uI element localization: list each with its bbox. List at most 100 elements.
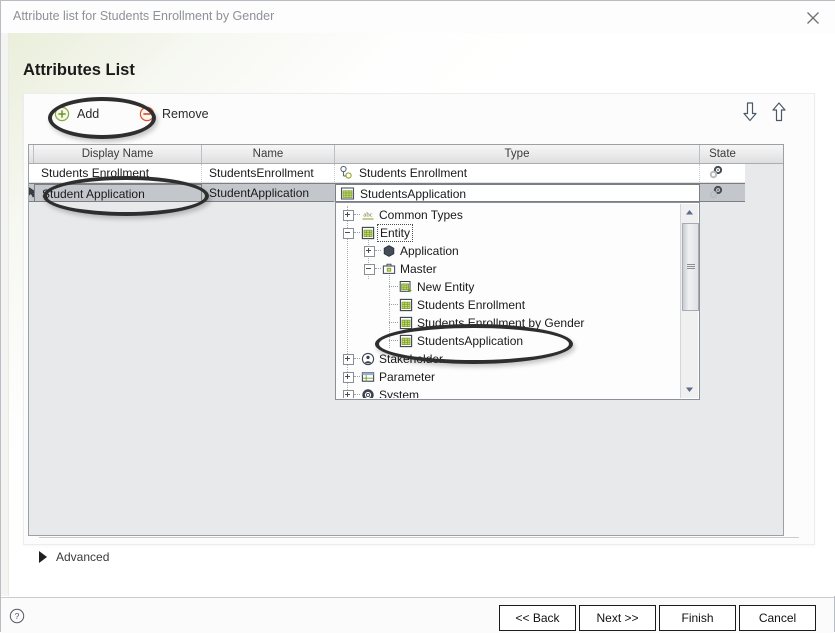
parameter-icon <box>361 370 375 384</box>
remove-button[interactable]: Remove <box>139 102 209 126</box>
scroll-down-icon[interactable] <box>681 381 698 398</box>
scrollbar-grip <box>687 264 695 269</box>
cancel-button[interactable]: Cancel <box>739 605 816 631</box>
cell-type[interactable]: Students Enrollment <box>335 164 700 182</box>
finish-button[interactable]: Finish <box>659 605 736 631</box>
next-button[interactable]: Next >> <box>579 605 656 631</box>
expander-plus-icon[interactable] <box>343 354 354 365</box>
tree-item-label: Students Enrollment <box>417 298 526 312</box>
remove-button-label: Remove <box>162 107 209 121</box>
back-button[interactable]: << Back <box>499 605 576 631</box>
stakeholder-icon <box>361 352 375 366</box>
entity-icon <box>361 226 375 240</box>
grid-header-display-name[interactable]: Display Name <box>34 145 202 163</box>
tree-connector <box>389 304 398 306</box>
attributes-panel: Add Remove Display Name Name Type State … <box>23 93 815 545</box>
add-button-label: Add <box>77 107 100 121</box>
cell-name[interactable]: StudentApplication <box>202 184 335 202</box>
move-down-button[interactable] <box>740 101 762 125</box>
tree-item-label: New Entity <box>417 280 475 294</box>
abc-icon: abc <box>361 208 375 222</box>
tree-item-label: StudentsApplication <box>417 334 524 348</box>
new-entity-icon <box>399 280 413 294</box>
arrow-down-icon <box>743 102 757 122</box>
page-title: Attributes List <box>23 61 135 79</box>
expander-minus-icon[interactable] <box>343 228 354 239</box>
cell-display-name[interactable]: Students Enrollment <box>34 164 202 182</box>
tree-scrollbar[interactable] <box>680 204 699 398</box>
tree-item-label: Students Enrollment by Gender <box>417 316 585 330</box>
svg-text:?: ? <box>15 611 20 621</box>
tree-connector <box>354 232 360 234</box>
attributes-grid: Display Name Name Type State Students En… <box>28 144 784 536</box>
expander-plus-icon[interactable] <box>343 210 354 221</box>
tree-item-label: System <box>379 388 420 398</box>
tree-connector <box>375 250 381 252</box>
expander-plus-icon[interactable] <box>343 390 354 398</box>
tree-connector <box>354 394 360 396</box>
tree-connector <box>389 286 398 288</box>
cell-display-name[interactable]: Student Application <box>34 184 202 202</box>
cell-state[interactable] <box>700 184 745 202</box>
cell-name[interactable]: StudentsEnrollment <box>202 164 335 182</box>
plus-circle-icon <box>54 106 70 122</box>
cell-type-label: StudentsApplication <box>360 187 467 201</box>
gear-icon <box>708 185 725 200</box>
table-row[interactable]: Students Enrollment StudentsEnrollment S… <box>29 164 745 183</box>
tree-viewport: abc Common Types Entity Application Mast… <box>337 204 682 398</box>
application-icon <box>382 244 396 258</box>
close-icon[interactable] <box>790 1 835 32</box>
entity-icon <box>399 316 413 330</box>
table-row[interactable]: Student Application StudentApplication S… <box>29 183 745 202</box>
tree-guide-line <box>389 268 391 348</box>
tree-item-label: Stakeholder <box>379 352 444 366</box>
advanced-label: Advanced <box>56 550 110 564</box>
cell-type[interactable]: StudentsApplication <box>335 184 700 202</box>
minus-circle-icon <box>139 106 155 122</box>
system-gear-icon <box>361 388 375 398</box>
arrow-up-icon <box>772 102 786 122</box>
tree-item-label: Common Types <box>379 208 463 222</box>
advanced-separator <box>39 537 799 538</box>
entity-icon <box>340 186 355 201</box>
add-button[interactable]: Add <box>54 102 99 126</box>
scrollbar-thumb[interactable] <box>682 223 699 311</box>
attribute-list-dialog: Attribute list for Students Enrollment b… <box>0 0 835 633</box>
dialog-footer: ? << Back Next >> Finish Cancel <box>1 597 834 633</box>
cell-state[interactable] <box>700 164 745 182</box>
tree-connector <box>389 340 398 342</box>
relationship-icon <box>339 165 354 180</box>
move-up-button[interactable] <box>769 101 791 125</box>
type-dropdown-tree[interactable]: abc Common Types Entity Application Mast… <box>335 202 700 400</box>
tree-connector <box>354 358 360 360</box>
grid-header-row: Display Name Name Type State <box>29 145 783 164</box>
dialog-titlebar: Attribute list for Students Enrollment b… <box>1 1 835 34</box>
folder-icon <box>382 262 396 276</box>
tree-item-label: Entity <box>376 224 414 242</box>
tree-item-label: Parameter <box>379 370 436 384</box>
grid-header-name[interactable]: Name <box>202 145 335 163</box>
cell-type-label: Students Enrollment <box>359 166 468 180</box>
expander-minus-icon[interactable] <box>364 264 375 275</box>
entity-icon <box>399 298 413 312</box>
entity-icon <box>399 334 413 348</box>
advanced-expander[interactable]: Advanced <box>39 548 109 566</box>
help-circle-icon[interactable]: ? <box>9 608 25 624</box>
tree-item-label: Application <box>400 244 459 258</box>
tree-connector <box>354 376 360 378</box>
panel-toolbar: Add Remove <box>24 94 814 134</box>
expander-plus-icon[interactable] <box>343 372 354 383</box>
triangle-right-icon <box>39 551 47 563</box>
gear-icon <box>708 165 725 180</box>
svg-text:abc: abc <box>363 212 372 219</box>
tree-item-label: Master <box>400 262 437 276</box>
grid-header-type[interactable]: Type <box>335 145 700 163</box>
left-rail <box>1 33 9 596</box>
expander-plus-icon[interactable] <box>364 246 375 257</box>
grid-header-state[interactable]: State <box>700 145 745 163</box>
tree-connector <box>389 322 398 324</box>
scroll-up-icon[interactable] <box>681 204 698 221</box>
dialog-title: Attribute list for Students Enrollment b… <box>13 9 275 23</box>
tree-connector <box>354 214 360 216</box>
tree-connector <box>375 268 381 270</box>
